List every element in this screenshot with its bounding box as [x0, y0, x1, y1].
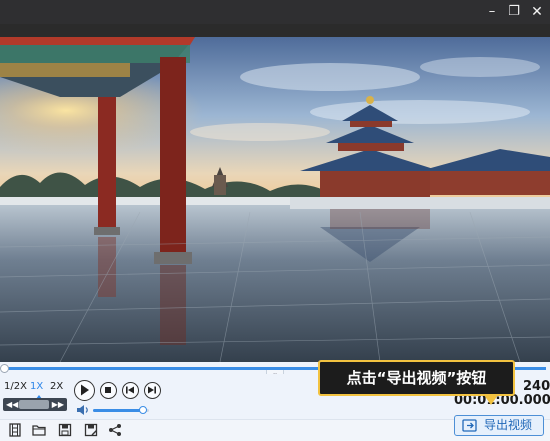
- tutorial-tooltip: 点击“导出视频”按钮: [318, 360, 515, 396]
- speed-option-2x[interactable]: 2X: [50, 381, 63, 392]
- next-icon: [148, 386, 156, 394]
- save-as-icon[interactable]: [84, 423, 98, 437]
- stop-icon: [105, 387, 111, 393]
- film-strip-icon[interactable]: [8, 423, 22, 437]
- speed-option-half[interactable]: 1/2X: [4, 381, 27, 392]
- export-video-button[interactable]: 导出视频: [454, 415, 544, 436]
- speed-option-1x[interactable]: 1X: [30, 381, 43, 392]
- temple-of-heaven-photo: [0, 37, 550, 362]
- export-video-label: 导出视频: [484, 418, 533, 432]
- title-bar: – ❐ ✕: [0, 0, 550, 24]
- next-button[interactable]: [144, 382, 161, 399]
- restore-icon[interactable]: ❐: [504, 2, 524, 22]
- export-icon: [462, 419, 477, 432]
- volume-slider[interactable]: [93, 406, 149, 414]
- timeline-handle[interactable]: [0, 364, 9, 373]
- video-preview[interactable]: [0, 37, 550, 362]
- volume-icon[interactable]: [76, 404, 90, 416]
- frame-step-slider[interactable]: ◀◀ ▶▶: [3, 398, 67, 411]
- play-icon: [81, 384, 89, 396]
- save-icon[interactable]: [58, 423, 72, 437]
- frame-step-thumb[interactable]: [19, 400, 49, 409]
- frame-back-icon[interactable]: ◀◀: [6, 398, 18, 411]
- folder-open-icon[interactable]: [32, 423, 46, 437]
- volume-level: [93, 409, 144, 412]
- tooltip-pointer: [484, 395, 498, 405]
- frame-forward-icon[interactable]: ▶▶: [52, 398, 64, 411]
- previous-icon: [126, 386, 134, 394]
- play-button[interactable]: [74, 380, 95, 401]
- minimize-icon[interactable]: –: [482, 2, 502, 22]
- share-icon[interactable]: [108, 423, 122, 437]
- close-icon[interactable]: ✕: [527, 2, 547, 22]
- frame-count: 240: [523, 379, 550, 394]
- previous-button[interactable]: [122, 382, 139, 399]
- stop-button[interactable]: [100, 382, 117, 399]
